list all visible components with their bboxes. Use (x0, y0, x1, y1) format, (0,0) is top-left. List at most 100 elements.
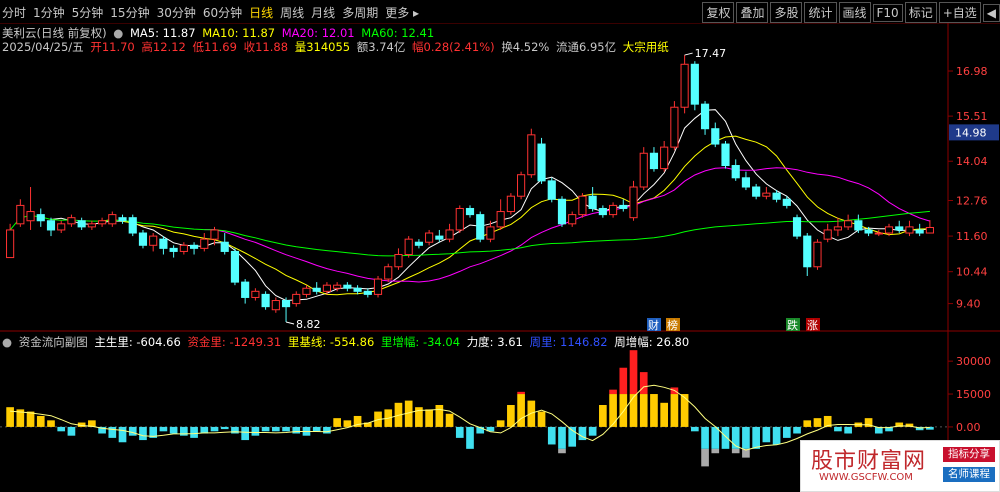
candle-body (752, 186, 761, 197)
ind-bar-pos (445, 413, 454, 427)
ind-bar-neg (547, 426, 556, 445)
ind-bar-neg (711, 426, 720, 449)
candle-body (476, 214, 485, 240)
ind-bar-pos (6, 407, 14, 427)
ind-bar-neg (721, 426, 730, 449)
ind-bar-pos (26, 411, 35, 427)
ind-bar-peak (639, 372, 648, 395)
ind-bar-neg (108, 426, 117, 438)
ind-bar-neg (251, 426, 260, 436)
ind-axis-label: 0.00 (956, 421, 981, 434)
ind-bar-peak (609, 389, 617, 395)
candle-body (67, 217, 76, 225)
candle-body (138, 232, 148, 246)
low-annotation: 8.82 (296, 318, 321, 331)
candle-body (609, 204, 618, 216)
price-axis-label: 10.44 (956, 266, 988, 279)
ind-bar-pos (629, 394, 638, 427)
ind-bar-pos (36, 415, 45, 427)
candle-body (629, 186, 638, 219)
ind-bar-pos (639, 394, 648, 427)
candle-body (210, 229, 219, 240)
ind-bar-pos (803, 420, 812, 427)
candle-body (312, 287, 321, 292)
candle-body (128, 217, 137, 234)
last-price-label: 14.98 (955, 126, 987, 139)
candle-body (731, 165, 740, 179)
ind-bar-neg (159, 426, 168, 432)
candle-body (292, 293, 301, 305)
ind-bar-pos (527, 400, 536, 427)
ind-bar-neg (190, 426, 198, 438)
ind-bar-pos (599, 405, 607, 427)
site-logo: 股市财富网 WWW.GSCFW.COM 指标分享 名师课程 (800, 440, 1000, 492)
price-axis-label: 16.98 (956, 65, 988, 78)
low-marker (285, 321, 295, 325)
ind-bar-pos (660, 402, 669, 427)
candle-body (700, 103, 710, 130)
candle-body (87, 223, 96, 228)
candle-body (527, 134, 536, 176)
ind-bar-pos (609, 394, 617, 427)
candle-body (578, 195, 587, 216)
indicator-share-button[interactable]: 指标分享 (943, 447, 995, 462)
candle-body (220, 241, 229, 252)
candle-body (537, 143, 546, 182)
candle-body (57, 223, 66, 231)
candle-body (496, 211, 505, 228)
candle-body (905, 226, 914, 234)
candle-body (118, 217, 127, 222)
candle-body (670, 106, 679, 148)
ind-axis-label: 30000 (956, 355, 991, 368)
candle-body (741, 177, 751, 188)
candle-body (925, 227, 934, 234)
ind-bar-neg (691, 426, 699, 432)
candle-body (588, 195, 597, 209)
ind-bar-neg (231, 426, 239, 434)
high-annotation: 17.47 (695, 47, 727, 60)
ind-bar-neg (241, 426, 249, 441)
candle-body (281, 300, 291, 308)
candle-body (895, 226, 904, 231)
candle-body (200, 238, 209, 249)
candle-body (455, 207, 464, 231)
ind-bar-pos (537, 411, 546, 427)
candle-body (36, 214, 45, 222)
candle-body (517, 174, 526, 197)
candle-body (598, 207, 607, 216)
ind-bar-neg (793, 426, 801, 434)
candle-body (98, 220, 107, 225)
ind-bar-neg (762, 426, 771, 443)
candle-body (353, 287, 362, 292)
ind-bar-neg (701, 426, 709, 449)
candle-body (690, 63, 699, 105)
candle-body (251, 290, 260, 298)
candle-body (343, 284, 352, 289)
candle-body (271, 300, 280, 311)
candle-body (639, 152, 648, 188)
candle-body (619, 204, 628, 209)
candle-body (241, 281, 250, 298)
candle-body (823, 229, 832, 240)
ind-bar-neg (67, 426, 76, 436)
ind-bar-neg (312, 426, 321, 432)
candle-body (649, 152, 659, 170)
candle-body (874, 232, 883, 235)
candle-body (108, 214, 117, 225)
candle-body (465, 207, 475, 216)
price-axis-label: 15.51 (956, 110, 988, 123)
kline-chart[interactable]: 16.98 15.51 14.04 12.76 11.60 10.44 9.40 14.98 1… (0, 0, 1000, 491)
ind-bar-peak (517, 391, 525, 395)
ind-bar-pos (435, 405, 444, 427)
ind-bar-neg (466, 426, 474, 449)
event-tag-0: 财 (648, 318, 659, 332)
ind-bar-pos (507, 405, 515, 427)
teacher-course-button[interactable]: 名师课程 (943, 467, 995, 482)
candle-body (414, 241, 423, 246)
price-axis-label: 14.04 (956, 155, 988, 168)
candle-body (384, 266, 393, 280)
candle-body (844, 220, 853, 228)
candle-body (6, 229, 15, 259)
candle-body (373, 278, 383, 295)
ind-bar-pos (619, 394, 628, 427)
